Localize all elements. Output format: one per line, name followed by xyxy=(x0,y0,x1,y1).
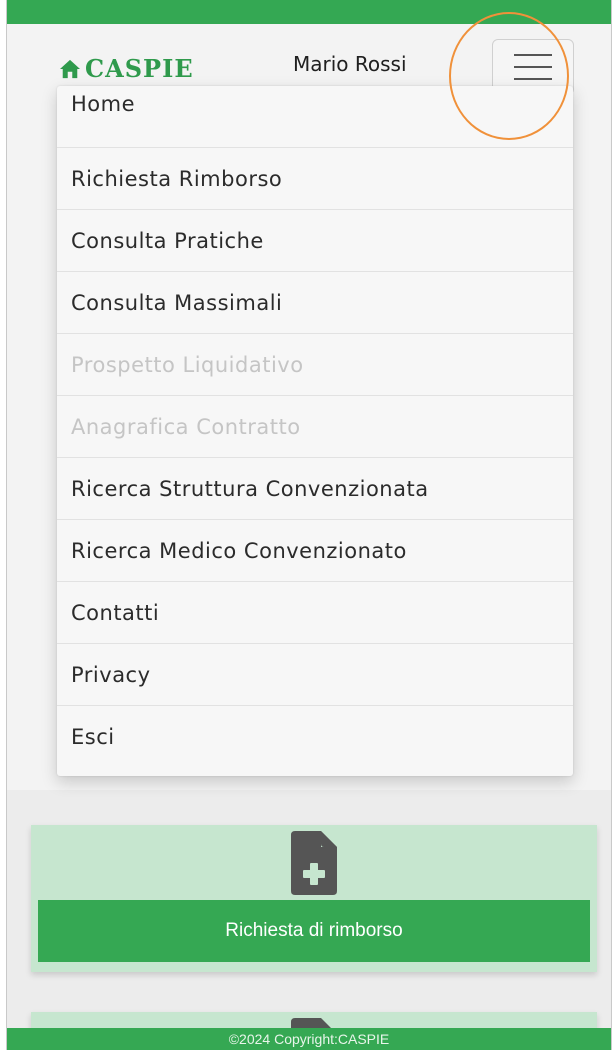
menu-item-ricerca-struttura-convenzionata[interactable]: Ricerca Struttura Convenzionata xyxy=(57,458,573,520)
menu-item-consulta-pratiche[interactable]: Consulta Pratiche xyxy=(57,210,573,272)
navigation-dropdown-menu: Home Richiesta Rimborso Consulta Pratiche C… xyxy=(57,86,573,776)
reimbursement-request-button[interactable]: Richiesta di rimborso xyxy=(38,900,590,962)
footer: ©2024 Copyright:CASPIE xyxy=(7,1028,611,1050)
brand-name: CASPIE xyxy=(85,54,194,83)
menu-item-consulta-massimali[interactable]: Consulta Massimali xyxy=(57,272,573,334)
card-icon-wrap xyxy=(31,825,597,907)
menu-item-prospetto-liquidativo: Prospetto Liquidativo xyxy=(57,334,573,396)
reimbursement-card[interactable]: Richiesta di rimborso xyxy=(31,825,597,972)
file-add-icon xyxy=(291,831,337,895)
home-icon xyxy=(60,59,80,78)
hamburger-menu-icon xyxy=(514,54,552,80)
menu-item-richiesta-rimborso[interactable]: Richiesta Rimborso xyxy=(57,148,573,210)
menu-item-anagrafica-contratto: Anagrafica Contratto xyxy=(57,396,573,458)
top-accent-bar xyxy=(7,0,611,24)
menu-item-home[interactable]: Home xyxy=(57,86,573,148)
menu-item-contatti[interactable]: Contatti xyxy=(57,582,573,644)
menu-item-esci[interactable]: Esci xyxy=(57,706,573,768)
menu-item-ricerca-medico-convenzionato[interactable]: Ricerca Medico Convenzionato xyxy=(57,520,573,582)
app-frame: CASPIE Mario Rossi Richiesta di rimborso xyxy=(6,0,612,1050)
brand-logo[interactable]: CASPIE xyxy=(59,54,194,83)
user-name: Mario Rossi xyxy=(293,52,407,76)
menu-item-privacy[interactable]: Privacy xyxy=(57,644,573,706)
